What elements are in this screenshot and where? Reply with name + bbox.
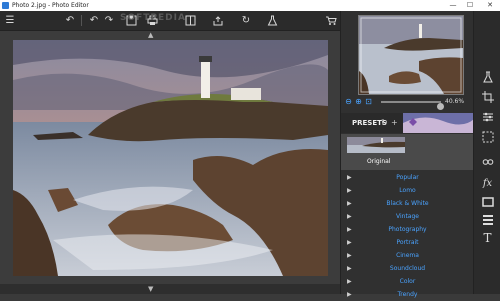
adjustments-icon[interactable] bbox=[480, 111, 495, 126]
text-tool-icon[interactable]: T bbox=[480, 231, 495, 246]
preset-item-trendy[interactable]: ▶ Trendy bbox=[341, 288, 474, 301]
toolbar-divider bbox=[81, 15, 82, 26]
horizontal-scrollbar[interactable]: ▼ bbox=[0, 284, 340, 294]
right-panel: ⊖ ⊕ ⊡ 40.6% PRESETS ↻ + Original ▶Popul bbox=[340, 11, 474, 298]
zoom-in-icon[interactable]: ⊕ bbox=[354, 96, 363, 108]
minimize-button[interactable]: — bbox=[446, 0, 460, 11]
texture-icon[interactable] bbox=[480, 214, 495, 229]
close-button[interactable]: ✕ bbox=[483, 0, 497, 11]
preset-item-vintage[interactable]: ▶ Vintage bbox=[341, 210, 474, 223]
preset-label: Vintage bbox=[396, 213, 419, 220]
refresh-icon[interactable]: ↻ bbox=[381, 113, 388, 133]
preset-category-list: ▶ Popular ▶ Lomo ▶ Black & White ▶ Vintage ▶… bbox=[341, 171, 474, 298]
add-preset-icon[interactable]: + bbox=[391, 113, 398, 133]
scroll-down-arrow-icon[interactable]: ▼ bbox=[148, 284, 153, 294]
share-icon[interactable] bbox=[210, 14, 226, 27]
redo-icon[interactable]: ↷ bbox=[101, 14, 117, 27]
effects-flask-icon[interactable] bbox=[480, 71, 495, 86]
red-eye-glasses-icon[interactable] bbox=[480, 156, 495, 171]
preset-item-soundcloud[interactable]: ▶ Soundcloud bbox=[341, 262, 474, 275]
preset-item-color[interactable]: ▶ Color bbox=[341, 275, 474, 288]
lab-icon[interactable] bbox=[264, 14, 280, 27]
preset-label: Popular bbox=[396, 174, 419, 181]
preset-label: Trendy bbox=[397, 291, 418, 298]
original-preset[interactable]: Original bbox=[341, 134, 474, 170]
zoom-out-icon[interactable]: ⊖ bbox=[344, 96, 353, 108]
preset-label: Portrait bbox=[396, 239, 419, 246]
zoom-slider-handle[interactable] bbox=[437, 103, 444, 110]
maximize-button[interactable]: ☐ bbox=[463, 0, 477, 11]
zoom-slider[interactable] bbox=[381, 101, 444, 110]
preset-item-cinema[interactable]: ▶ Cinema bbox=[341, 249, 474, 262]
rotate-icon[interactable]: ↻ bbox=[238, 14, 254, 27]
title-bar: Photo 2.jpg - Photo Editor — ☐ ✕ bbox=[0, 0, 500, 11]
undo-icon[interactable]: ↶ bbox=[62, 14, 78, 27]
scroll-up-arrow-icon[interactable]: ▲ bbox=[148, 31, 153, 39]
zoom-value: 40.6% bbox=[445, 98, 465, 105]
lighthouse-photo bbox=[13, 40, 328, 276]
preset-label: Soundcloud bbox=[389, 265, 426, 272]
original-thumbnail bbox=[347, 137, 405, 153]
navigator-image bbox=[359, 16, 463, 94]
cart-icon[interactable] bbox=[323, 14, 339, 27]
presets-header: PRESETS ↻ + bbox=[341, 113, 474, 133]
tools-sidebar: fx T bbox=[473, 11, 500, 294]
crop-icon[interactable] bbox=[480, 91, 495, 106]
preset-item-popular[interactable]: ▶ Popular bbox=[341, 171, 474, 184]
preset-label: Color bbox=[399, 278, 416, 285]
preset-item-lomo[interactable]: ▶ Lomo bbox=[341, 184, 474, 197]
preset-label: Cinema bbox=[396, 252, 419, 259]
preset-label: Black & White bbox=[386, 200, 429, 207]
fx-effects-icon[interactable]: fx bbox=[480, 176, 495, 191]
menu-icon[interactable]: ☰ bbox=[2, 14, 18, 27]
watermark-text: SOFTPEDIA bbox=[120, 13, 186, 23]
presets-banner-image bbox=[403, 113, 474, 133]
photo-canvas[interactable] bbox=[13, 40, 328, 276]
preset-item-black-white[interactable]: ▶ Black & White bbox=[341, 197, 474, 210]
frame-icon[interactable] bbox=[480, 196, 495, 211]
preset-label: Photography bbox=[388, 226, 427, 233]
preset-label: Lomo bbox=[399, 187, 416, 194]
zoom-controls: ⊖ ⊕ ⊡ 40.6% bbox=[341, 96, 474, 110]
preset-item-photography[interactable]: ▶ Photography bbox=[341, 223, 474, 236]
selection-icon[interactable] bbox=[480, 131, 495, 146]
preset-item-portrait[interactable]: ▶ Portrait bbox=[341, 236, 474, 249]
window-title: Photo 2.jpg - Photo Editor bbox=[12, 2, 89, 9]
navigator-thumbnail[interactable] bbox=[358, 15, 464, 95]
original-label: Original bbox=[367, 158, 391, 165]
canvas-area[interactable]: ▼ bbox=[0, 31, 340, 294]
app-icon bbox=[2, 2, 9, 9]
fit-to-screen-icon[interactable]: ⊡ bbox=[364, 96, 373, 108]
undo-history-icon[interactable]: ↶ bbox=[86, 14, 102, 27]
